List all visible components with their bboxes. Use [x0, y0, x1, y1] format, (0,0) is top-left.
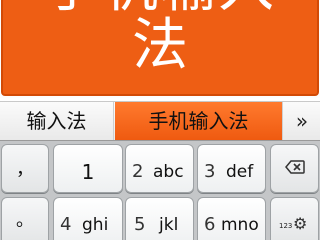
composition-display: 手机输入 法 [0, 0, 320, 98]
keyboard: ， 。 1 2 abc 3 def 4 ghi 5 jkl 6 mno 123 … [0, 141, 320, 240]
key-4-number: 4 [60, 214, 72, 235]
settings-key-label: 123 [279, 222, 293, 230]
key-6-mno[interactable]: 6 mno [197, 197, 266, 240]
period-key-label: 。 [16, 210, 34, 231]
period-key[interactable]: 。 [1, 197, 49, 240]
key-1-label: 1 [81, 160, 95, 184]
composition-panel: 手机输入 法 [1, 0, 319, 96]
key-3-number: 3 [204, 161, 216, 182]
key-1[interactable]: 1 [53, 144, 123, 193]
key-3-def[interactable]: 3 def [197, 144, 266, 193]
backspace-icon [285, 160, 305, 174]
key-6-letters: mno [221, 215, 259, 235]
key-3-letters: def [226, 162, 254, 182]
comma-key-label: ， [16, 159, 34, 180]
backspace-key[interactable] [270, 144, 319, 193]
composition-text-line2: 法 [132, 13, 188, 78]
key-5-jkl[interactable]: 5 jkl [125, 197, 194, 240]
candidate-item[interactable]: 输入法 [0, 102, 114, 140]
candidate-bar: 输入法 手机输入法 » [0, 101, 320, 141]
candidate-item-selected[interactable]: 手机输入法 [115, 102, 283, 140]
key-2-number: 2 [132, 161, 144, 182]
key-5-letters: jkl [159, 215, 179, 235]
key-2-letters: abc [153, 162, 184, 182]
more-candidates-button[interactable]: » [284, 102, 320, 140]
key-5-number: 5 [134, 214, 146, 235]
settings-key[interactable]: 123 ⚙ [270, 197, 319, 240]
key-6-number: 6 [204, 214, 216, 235]
comma-key[interactable]: ， [1, 144, 49, 193]
key-4-ghi[interactable]: 4 ghi [53, 197, 123, 240]
key-4-letters: ghi [82, 215, 109, 235]
key-2-abc[interactable]: 2 abc [125, 144, 194, 193]
gear-icon: ⚙ [293, 214, 308, 233]
